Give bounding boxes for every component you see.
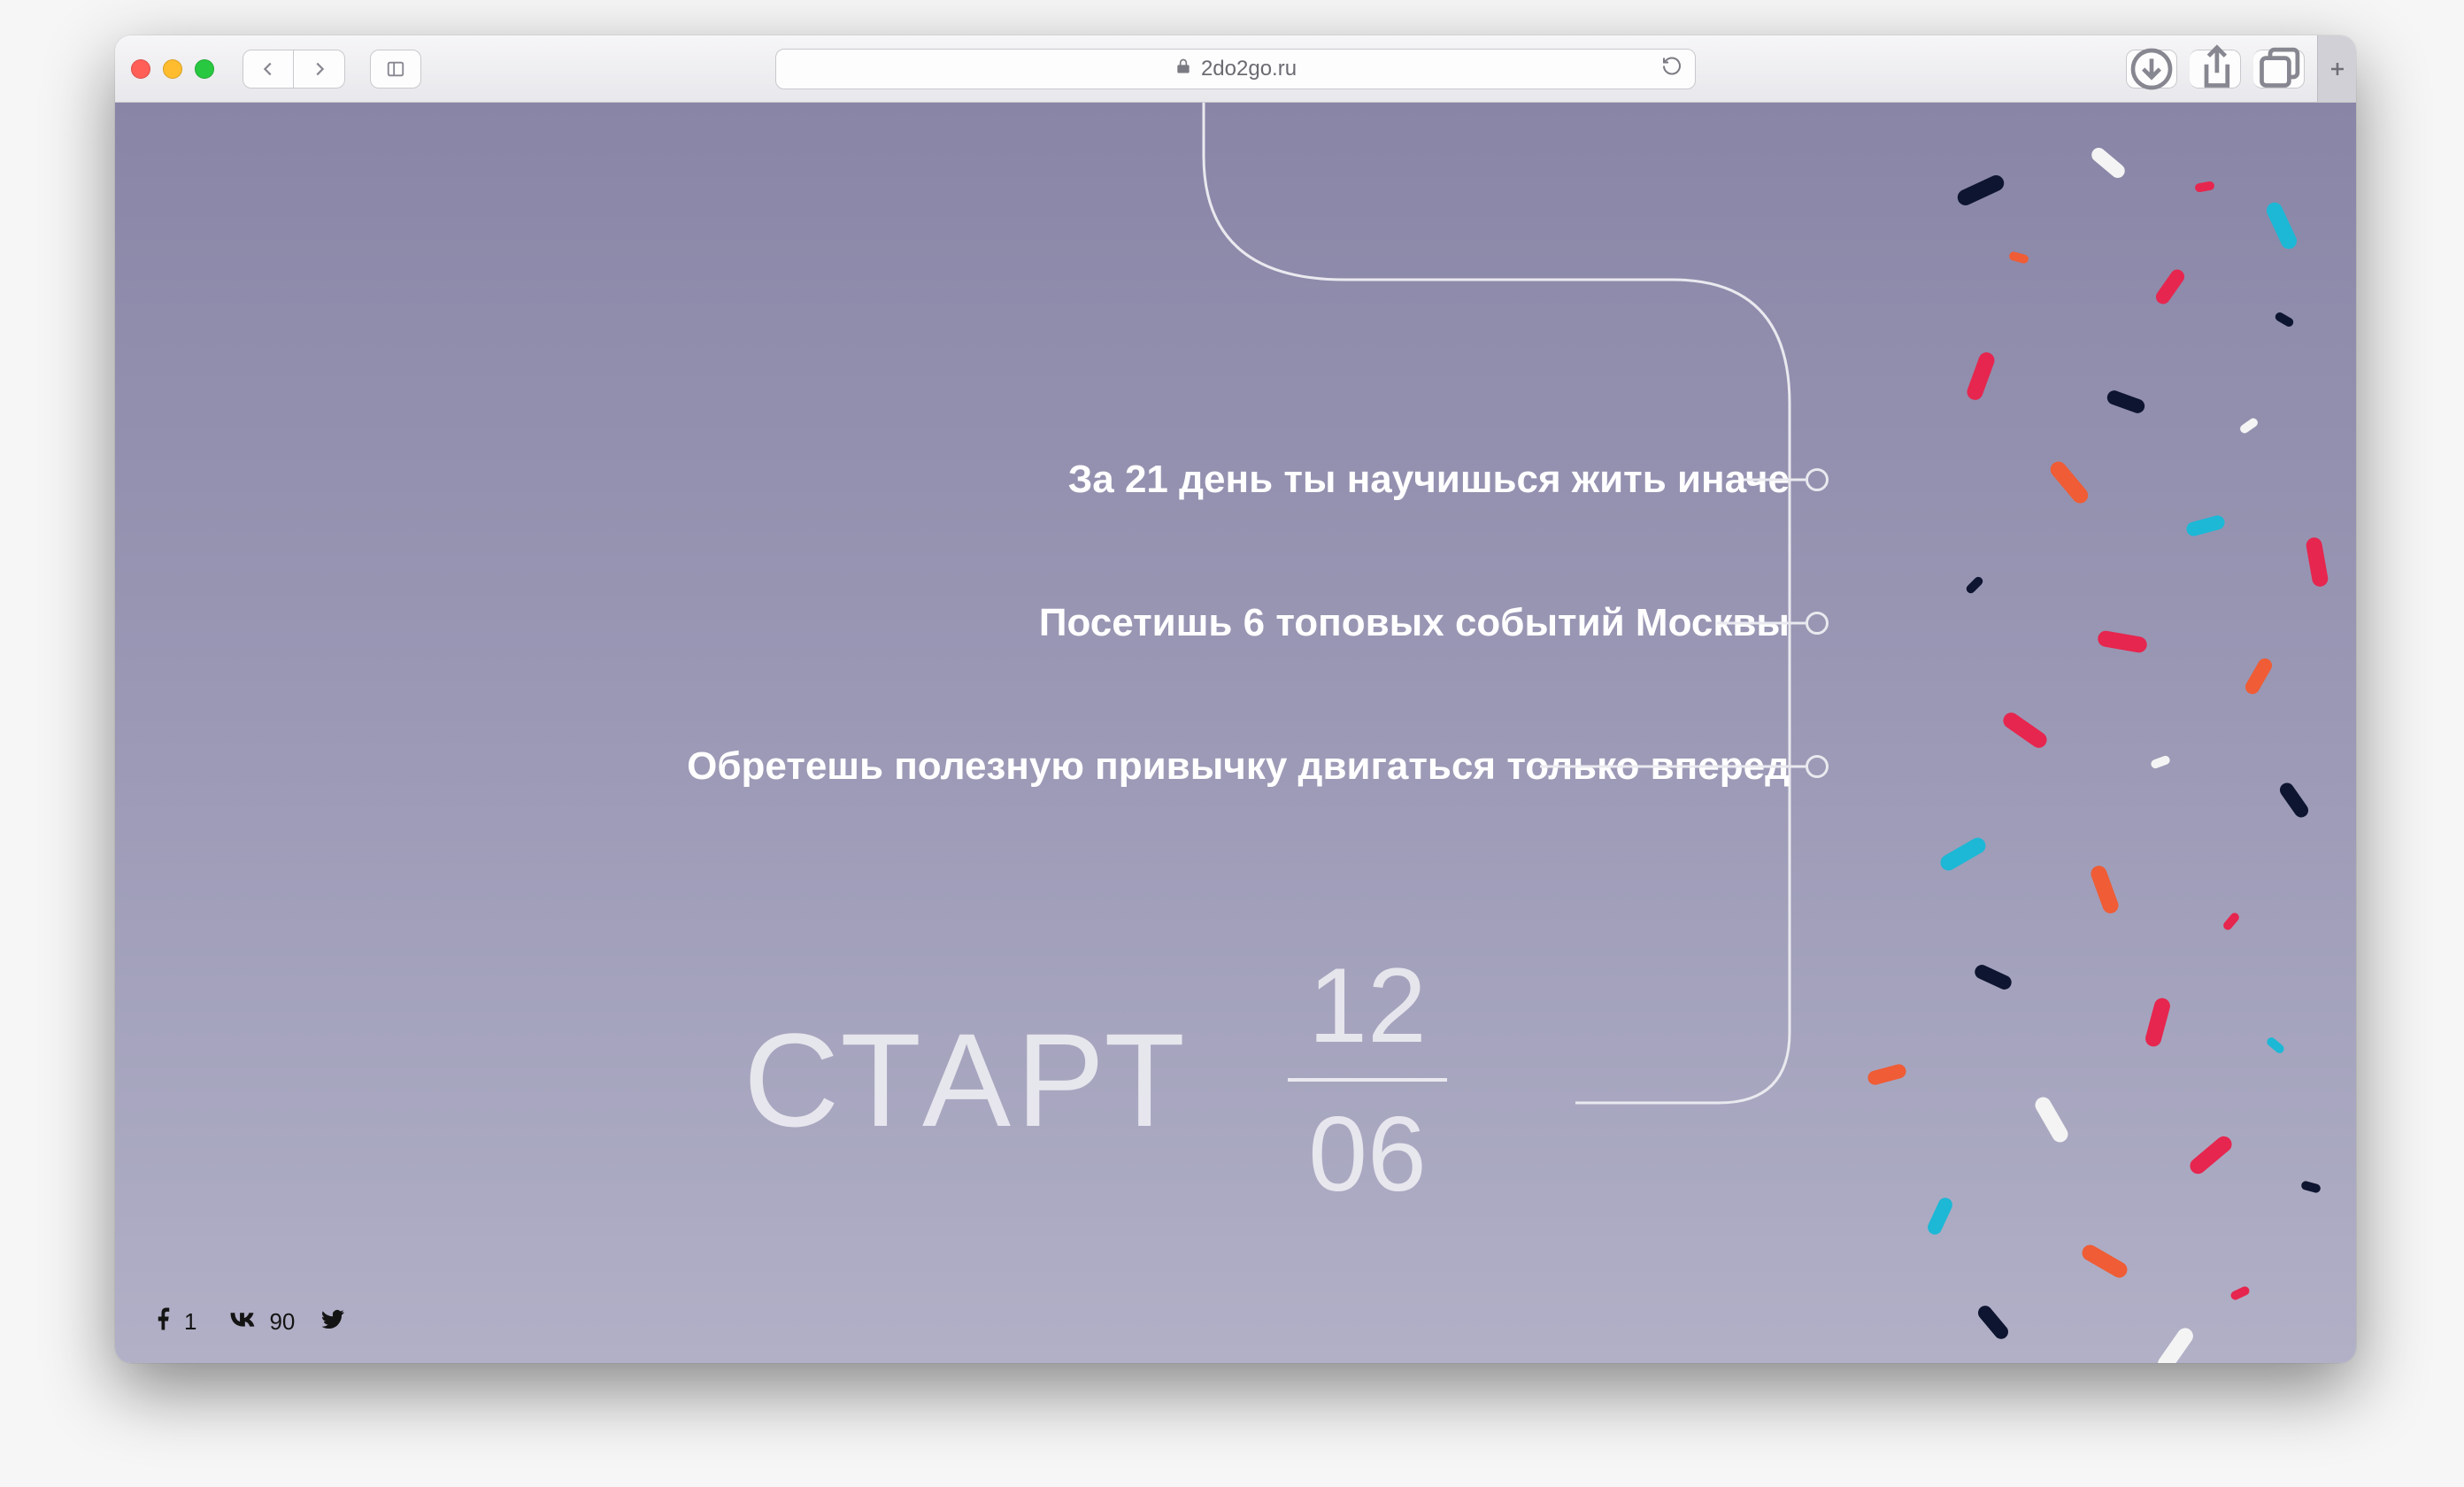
back-button[interactable] bbox=[243, 50, 294, 89]
timeline-item-2: Посетишь 6 топовых событий Москвы bbox=[1039, 598, 1790, 647]
start-block: СТАРТ 12 06 bbox=[743, 952, 1447, 1207]
zoom-window-button[interactable] bbox=[195, 59, 214, 79]
start-day: 12 bbox=[1308, 952, 1426, 1059]
page-viewport: За 21 день ты научишься жить иначе Посет… bbox=[115, 103, 2356, 1363]
vk-count: 90 bbox=[269, 1308, 295, 1336]
start-date-separator bbox=[1288, 1078, 1447, 1082]
toolbar-right bbox=[2126, 50, 2305, 89]
facebook-icon bbox=[150, 1306, 177, 1338]
timeline-connector bbox=[1744, 478, 1806, 481]
start-month: 06 bbox=[1308, 1101, 1426, 1207]
share-vk-button[interactable]: 90 bbox=[221, 1306, 295, 1338]
browser-window: 2do2go.ru bbox=[115, 35, 2356, 1363]
timeline-dot bbox=[1806, 612, 1829, 635]
timeline-dot bbox=[1806, 755, 1829, 778]
timeline-item-text: Посетишь 6 топовых событий Москвы bbox=[1039, 598, 1790, 647]
window-controls bbox=[131, 59, 214, 79]
address-bar[interactable]: 2do2go.ru bbox=[775, 49, 1696, 89]
timeline-connector bbox=[1540, 765, 1806, 767]
back-forward-group bbox=[243, 50, 345, 89]
twitter-icon bbox=[320, 1306, 346, 1338]
timeline-item-1: За 21 день ты научишься жить иначе bbox=[1068, 455, 1790, 504]
close-window-button[interactable] bbox=[131, 59, 150, 79]
lock-icon bbox=[1174, 57, 1192, 81]
share-facebook-button[interactable]: 1 bbox=[150, 1306, 196, 1338]
minimize-window-button[interactable] bbox=[163, 59, 182, 79]
social-bar: 1 90 bbox=[150, 1306, 346, 1338]
browser-toolbar: 2do2go.ru bbox=[115, 35, 2356, 103]
timeline-connector bbox=[1717, 621, 1806, 624]
sidebar-button[interactable] bbox=[370, 50, 421, 89]
forward-button[interactable] bbox=[294, 50, 345, 89]
vk-icon bbox=[221, 1306, 262, 1338]
timeline-dot bbox=[1806, 468, 1829, 491]
tabs-button[interactable] bbox=[2253, 50, 2305, 89]
timeline-item-3: Обретешь полезную привычку двигаться тол… bbox=[687, 742, 1790, 790]
start-label: СТАРТ bbox=[743, 1004, 1190, 1157]
timeline-item-text: За 21 день ты научишься жить иначе bbox=[1068, 455, 1790, 504]
share-twitter-button[interactable] bbox=[320, 1306, 346, 1338]
downloads-button[interactable] bbox=[2126, 50, 2177, 89]
reload-button[interactable] bbox=[1661, 55, 1682, 82]
facebook-count: 1 bbox=[184, 1308, 196, 1336]
address-bar-text: 2do2go.ru bbox=[1201, 57, 1297, 81]
start-date: 12 06 bbox=[1288, 952, 1447, 1207]
new-tab-button[interactable] bbox=[2317, 35, 2356, 102]
share-button[interactable] bbox=[2190, 50, 2241, 89]
